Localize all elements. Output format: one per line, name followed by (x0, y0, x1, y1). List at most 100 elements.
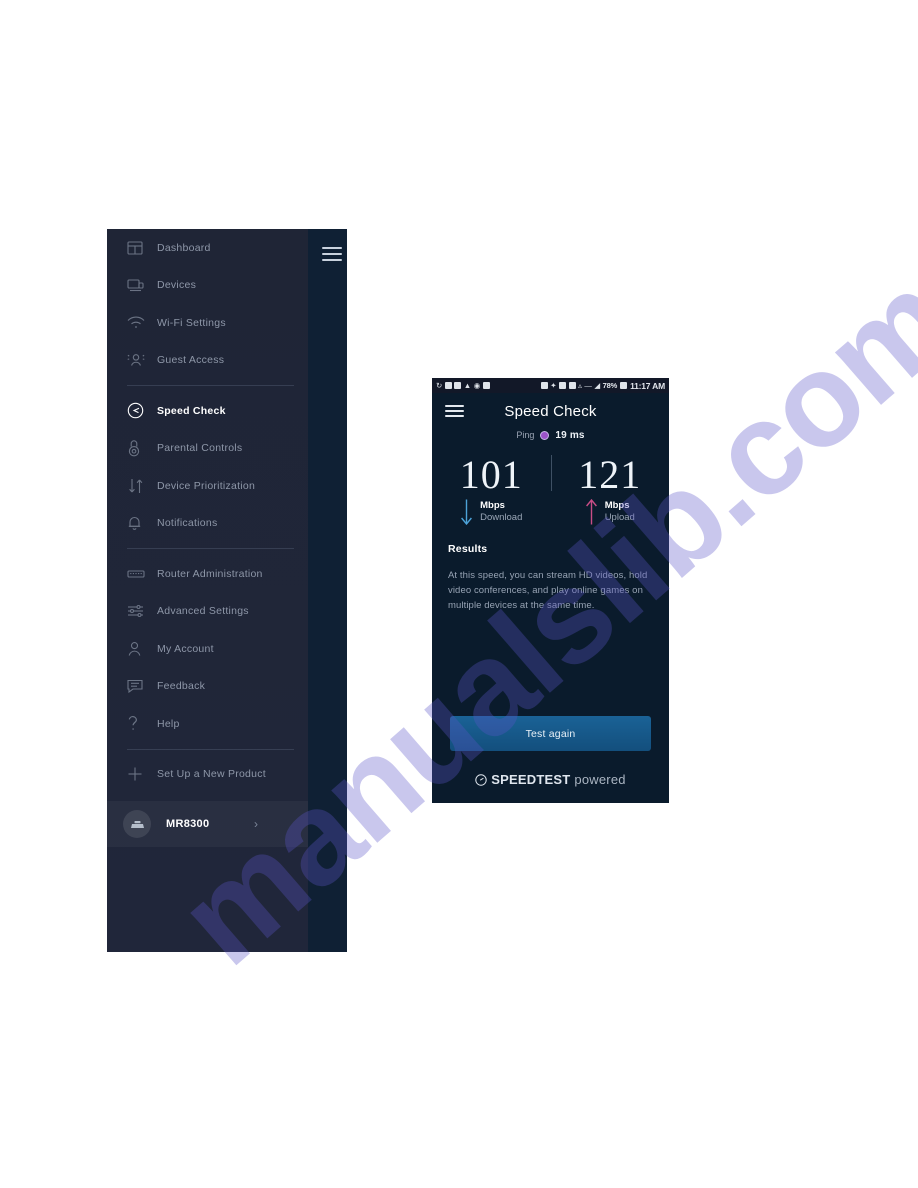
parental-controls-icon (127, 438, 153, 458)
vpn-icon (454, 382, 462, 389)
results-section: Results At this speed, you can stream HD… (432, 543, 669, 613)
page-title: Speed Check (504, 402, 597, 420)
download-direction: Download (480, 512, 523, 523)
arrow-up-icon (585, 499, 598, 525)
sidebar-item-devices[interactable]: Devices (107, 267, 308, 305)
upload-direction: Upload (604, 512, 635, 523)
speedtest-powered: powered (574, 772, 626, 787)
battery-percent: 78% (602, 381, 618, 390)
speedtest-footer: SPEEDTEST powered (432, 772, 669, 787)
speedometer-icon (127, 401, 153, 421)
sidebar-item-speed-check[interactable]: Speed Check (107, 392, 308, 430)
router-device-icon (123, 810, 151, 838)
bell-icon (127, 513, 153, 533)
sidebar-item-label: Feedback (157, 680, 206, 693)
sidebar-item-label: Device Prioritization (157, 479, 256, 492)
sidebar-item-label: Wi-Fi Settings (157, 316, 226, 329)
speedtest-brand: SPEEDTEST (491, 772, 571, 787)
alarm-icon (568, 382, 576, 389)
phone-screenshot: ↻ ▲ ◉ ✦ ▵ — ◢ 78% 11:17 AM Speed Check P… (432, 378, 669, 803)
hamburger-menu-icon[interactable] (322, 247, 342, 261)
sidebar-rail (308, 229, 347, 952)
status-bar-time: 11:17 AM (630, 380, 665, 391)
download-speed-value: 101 (459, 452, 523, 497)
chevron-right-icon: › (254, 817, 258, 831)
sidebar-item-set-up-a-new-product[interactable]: Set Up a New Product (107, 756, 308, 794)
data-icon: — (584, 380, 592, 390)
sidebar-item-label: Devices (157, 279, 197, 292)
up-down-arrows-icon (127, 476, 153, 496)
sidebar-item-advanced-settings[interactable]: Advanced Settings (107, 593, 308, 631)
app-menu-screenshot: Dashboard Devices Wi-Fi Settings Guest A… (107, 229, 347, 952)
app-header: Speed Check (432, 393, 669, 429)
sidebar-divider (127, 748, 294, 750)
wifi-icon: ▵ (578, 380, 582, 390)
test-again-wrapper: Test again (432, 716, 669, 751)
sidebar-device-name: MR8300 (166, 818, 210, 830)
sidebar-item-label: Notifications (157, 517, 218, 530)
phone-status-bar: ↻ ▲ ◉ ✦ ▵ — ◢ 78% 11:17 AM (432, 378, 669, 393)
ping-dot-icon (540, 430, 550, 440)
upload-speed-words: Mbps Upload (605, 500, 635, 524)
bluetooth-icon: ✦ (550, 380, 557, 390)
results-text: At this speed, you can stream HD videos,… (448, 570, 648, 611)
guest-users-icon (127, 350, 153, 370)
sidebar-item-device-prioritization[interactable]: Device Prioritization (107, 467, 308, 505)
hamburger-menu-icon[interactable] (445, 405, 464, 417)
sidebar-item-wifi-settings[interactable]: Wi-Fi Settings (107, 304, 308, 342)
sidebar-item-parental-controls[interactable]: Parental Controls (107, 430, 308, 468)
test-again-button[interactable]: Test again (450, 716, 651, 751)
sidebar-item-label: Dashboard (157, 241, 211, 254)
speed-results: 101 Mbps Download 121 Mbps Upload (432, 453, 669, 527)
sidebar-panel: Dashboard Devices Wi-Fi Settings Guest A… (107, 229, 308, 952)
app-icon: ▲ (463, 380, 472, 390)
wifi-icon (127, 313, 153, 333)
sidebar-item-label: Guest Access (157, 354, 225, 367)
upload-speed-block: 121 Mbps Upload (550, 452, 670, 527)
sidebar-item-router-administration[interactable]: Router Administration (107, 555, 308, 593)
sidebar-item-label: Help (157, 717, 180, 730)
chat-bubble-icon (127, 676, 153, 696)
plus-icon (127, 764, 153, 784)
sidebar-item-label: Parental Controls (157, 442, 243, 455)
sidebar-item-label: My Account (157, 642, 214, 655)
sidebar-divider (127, 548, 294, 549)
download-speed-words: Mbps Download (480, 500, 522, 524)
sidebar-item-label: Speed Check (157, 404, 226, 417)
person-icon (127, 639, 153, 659)
sidebar-item-notifications[interactable]: Notifications (107, 505, 308, 543)
sidebar-item-label: Router Administration (157, 567, 263, 580)
ping-row: Ping 19 ms (432, 427, 669, 443)
dashboard-icon (127, 238, 153, 258)
devices-icon (127, 275, 153, 295)
sidebar-divider (127, 385, 294, 386)
download-speed-block: 101 Mbps Download (432, 453, 551, 527)
sidebar-item-dashboard[interactable]: Dashboard (107, 229, 308, 267)
router-icon (127, 564, 153, 584)
screenshot-icon (444, 382, 452, 389)
sidebar-item-guest-access[interactable]: Guest Access (107, 342, 308, 380)
signal-icon: ◢ (594, 380, 601, 390)
sidebar-menu-list: Dashboard Devices Wi-Fi Settings Guest A… (107, 229, 308, 847)
sidebar-item-help[interactable]: Help (107, 705, 308, 743)
status-bar-right-icons: ✦ ▵ — ◢ 78% 11:17 AM (540, 380, 665, 391)
speedtest-gauge-icon (475, 773, 487, 786)
question-mark-icon (127, 714, 153, 734)
sidebar-item-label: Set Up a New Product (157, 768, 266, 781)
download-unit: Mbps (480, 500, 505, 511)
sliders-icon (127, 601, 153, 621)
upload-unit: Mbps (604, 500, 630, 511)
nfc-icon (559, 382, 567, 389)
arrow-down-icon (460, 499, 473, 525)
messages-icon: ◉ (473, 380, 481, 390)
sidebar-item-my-account[interactable]: My Account (107, 630, 308, 668)
sidebar-item-feedback[interactable]: Feedback (107, 668, 308, 706)
ping-label: Ping (516, 430, 535, 440)
battery-icon (619, 382, 627, 389)
email-icon (482, 382, 490, 389)
upload-speed-value: 121 (578, 452, 642, 497)
silent-icon (540, 382, 548, 389)
sidebar-device-row[interactable]: MR8300 › (107, 801, 308, 847)
results-title: Results (448, 543, 488, 555)
upload-speed-meta: Mbps Upload (585, 499, 635, 525)
